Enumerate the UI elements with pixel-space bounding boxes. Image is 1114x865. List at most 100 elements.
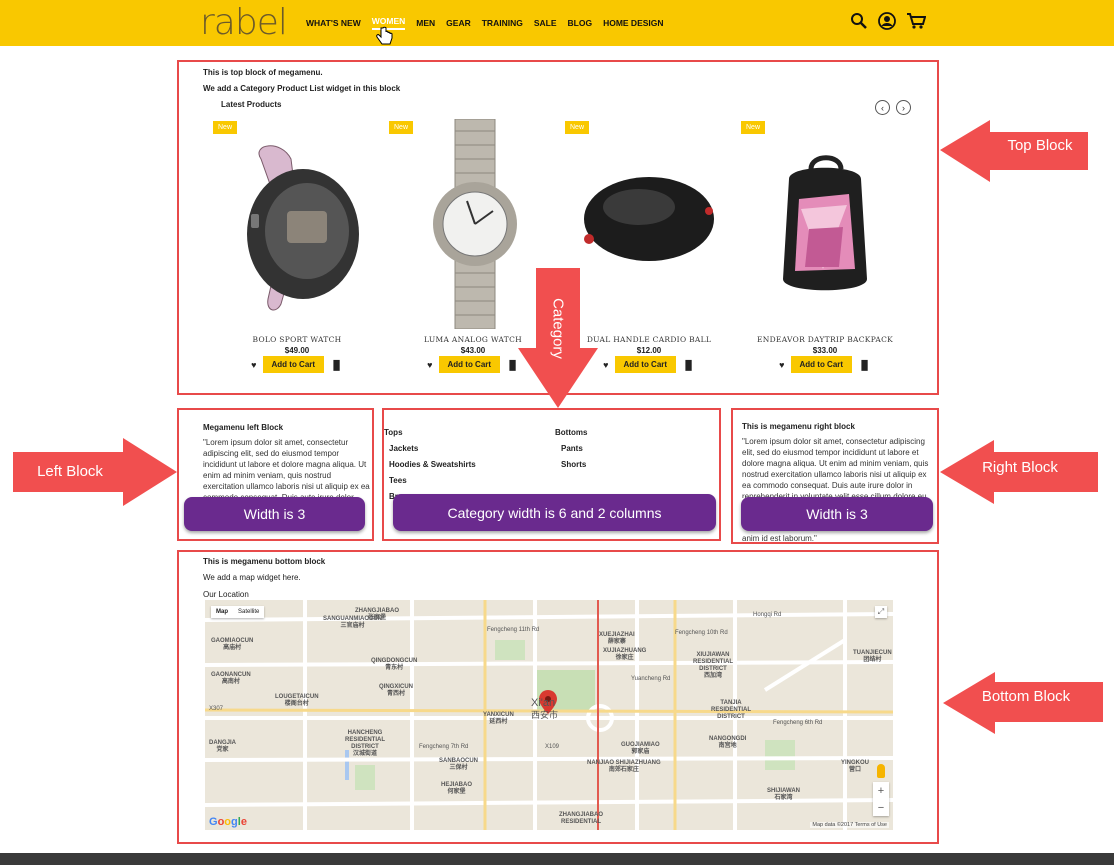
pegman-icon[interactable] — [877, 764, 885, 778]
main-nav: WHAT'S NEW WOMEN MEN GEAR TRAINING SALE … — [306, 0, 664, 46]
map-footer[interactable]: Map data ©2017 Terms of Use — [810, 822, 889, 828]
carousel-nav: ‹ › — [875, 100, 911, 115]
nav-whats-new[interactable]: WHAT'S NEW — [306, 18, 361, 28]
bottom-block-arrow-label: Bottom Block — [981, 688, 1071, 705]
nav-men[interactable]: MEN — [416, 18, 435, 28]
map-label: SANBAOCUN 三保村 — [439, 758, 478, 771]
add-to-cart-button[interactable]: Add to Cart — [790, 356, 853, 373]
wishlist-heart-icon[interactable]: ♥ — [427, 360, 432, 370]
compare-icon[interactable]: ▐▌ — [506, 360, 519, 370]
wishlist-heart-icon[interactable]: ♥ — [779, 360, 784, 370]
map-label: ZHANGJIABAO RESIDENTIAL — [559, 812, 604, 825]
map-label: XIUJIAWAN RESIDENTIAL DISTRICT 西加湾 — [693, 652, 734, 679]
left-block-arrow-label: Left Block — [37, 463, 103, 480]
hand-cursor-icon — [376, 26, 393, 45]
location-label: Our Location — [203, 590, 249, 599]
product-name[interactable]: BOLO SPORT WATCH — [209, 335, 385, 344]
nav-blog[interactable]: BLOG — [568, 18, 593, 28]
category-link-tops[interactable]: Tops — [384, 428, 403, 437]
nav-home-design[interactable]: HOME DESIGN — [603, 18, 663, 28]
product-image[interactable] — [749, 119, 901, 329]
map-type-map[interactable]: Map — [211, 606, 233, 618]
new-badge: New — [565, 121, 590, 134]
header-icons — [850, 12, 926, 30]
category-link-jackets[interactable]: Jackets — [389, 444, 418, 453]
product-card[interactable]: New ENDEAVOR DAYTRIP BACKPACK $33.00 ♥ A… — [737, 119, 913, 377]
nav-sale[interactable]: SALE — [534, 18, 557, 28]
width-label-left: Width is 3 — [184, 497, 365, 531]
right-block-arrow-label: Right Block — [982, 459, 1058, 476]
right-block-title: This is megamenu right block — [742, 422, 855, 431]
map-label: QINGDONGCUN 青东村 — [371, 658, 418, 671]
compare-icon[interactable]: ▐▌ — [858, 360, 871, 370]
category-link-shorts[interactable]: Shorts — [561, 460, 586, 469]
product-image[interactable] — [221, 119, 373, 329]
product-price: $33.00 — [812, 346, 838, 355]
wishlist-heart-icon[interactable]: ♥ — [251, 360, 256, 370]
road-label: Fengcheng 7th Rd — [419, 744, 469, 750]
product-price: $49.00 — [284, 346, 310, 355]
top-block-arrow-label: Top Block — [1007, 137, 1073, 154]
bottom-block-title: This is megamenu bottom block — [203, 557, 326, 566]
add-to-cart-button[interactable]: Add to Cart — [262, 356, 325, 373]
map-label: DANGJIA 党家 — [209, 740, 237, 753]
google-logo: Google — [209, 816, 247, 828]
add-to-cart-button[interactable]: Add to Cart — [614, 356, 677, 373]
map-label: NANGONGDI 南宫地 — [709, 736, 747, 749]
nav-training[interactable]: TRAINING — [482, 18, 523, 28]
map-label: SANGUANMIAOCUN 三官庙村 — [323, 616, 382, 629]
map-label: NANJIAO SHIJIAZHUANG 南郊石家庄 — [587, 760, 661, 773]
map-label: YANXICUN 延西村 — [483, 712, 514, 725]
road-label: X307 — [209, 706, 224, 712]
map-label: SHIJIAWAN 石家湾 — [767, 788, 801, 801]
right-block-text: "Lorem ipsum dolor sit amet, consectetur… — [742, 437, 929, 498]
account-icon[interactable] — [878, 12, 896, 30]
left-block-text: "Lorem ipsum dolor sit amet, consectetur… — [203, 438, 370, 497]
bottom-block-line: We add a map widget here. — [203, 573, 301, 582]
category-link-tees[interactable]: Tees — [389, 476, 407, 485]
category-arrow-label: Category — [549, 298, 567, 359]
product-name[interactable]: ENDEAVOR DAYTRIP BACKPACK — [737, 335, 913, 344]
product-card[interactable]: New BOLO SPORT WATCH $49.00 ♥ Add to Car… — [209, 119, 385, 377]
map-label: LOUGETAICUN 楼阁台村 — [275, 694, 319, 707]
compare-icon[interactable]: ▐▌ — [330, 360, 343, 370]
search-icon[interactable] — [850, 12, 868, 30]
new-badge: New — [389, 121, 414, 134]
map-label: GAOMIAOCUN 高庙村 — [211, 638, 254, 651]
cart-icon[interactable] — [906, 12, 926, 30]
nav-gear[interactable]: GEAR — [446, 18, 471, 28]
add-to-cart-button[interactable]: Add to Cart — [438, 356, 501, 373]
width-label-right: Width is 3 — [741, 497, 933, 531]
new-badge: New — [213, 121, 238, 134]
location-map[interactable]: ZHANGJIABAO 张家堡 SANGUANMIAOCUN 三官庙村 GAOMIA… — [205, 600, 893, 830]
left-block-title: Megamenu left Block — [203, 423, 284, 432]
site-header: rabel WHAT'S NEW WOMEN MEN GEAR TRAINING… — [0, 0, 1114, 46]
category-link-bottoms[interactable]: Bottoms — [555, 428, 587, 437]
top-block-line2: We add a Category Product List widget in… — [203, 84, 401, 93]
width-label-category: Category width is 6 and 2 columns — [393, 494, 716, 531]
map-city-label: Xi'an — [531, 697, 556, 709]
map-label: TANJIA RESIDENTIAL DISTRICT — [711, 700, 752, 720]
carousel-next-button[interactable]: › — [896, 100, 911, 115]
category-link-hoodies[interactable]: Hoodies & Sweatshirts — [389, 460, 476, 469]
map-label: XUEJIAZHAI 薛家寨 — [599, 632, 635, 645]
category-link-pants[interactable]: Pants — [561, 444, 583, 453]
map-city-label-cn: 西安市 — [531, 710, 559, 720]
road-label: Yuancheng Rd — [631, 676, 671, 682]
road-label: X109 — [545, 744, 560, 750]
map-type-toggle: Map Satellite — [211, 606, 265, 618]
map-label: HANCHENG RESIDENTIAL DISTRICT 汉城街道 — [345, 730, 386, 757]
zoom-control: + − — [873, 782, 889, 816]
widget-title: Latest Products — [221, 100, 282, 109]
zoom-in-button[interactable]: + — [878, 785, 884, 797]
carousel-prev-button[interactable]: ‹ — [875, 100, 890, 115]
fullscreen-icon[interactable]: ⤢ — [875, 606, 887, 618]
compare-icon[interactable]: ▐▌ — [682, 360, 695, 370]
map-type-satellite[interactable]: Satellite — [233, 606, 264, 618]
page-footer-strip — [0, 853, 1114, 865]
site-logo[interactable]: rabel — [200, 4, 288, 42]
map-label: QINGXICUN 青西村 — [379, 684, 414, 697]
wishlist-heart-icon[interactable]: ♥ — [603, 360, 608, 370]
product-actions: ♥ Add to Cart ▐▌ — [737, 356, 913, 373]
zoom-out-button[interactable]: − — [878, 802, 884, 814]
